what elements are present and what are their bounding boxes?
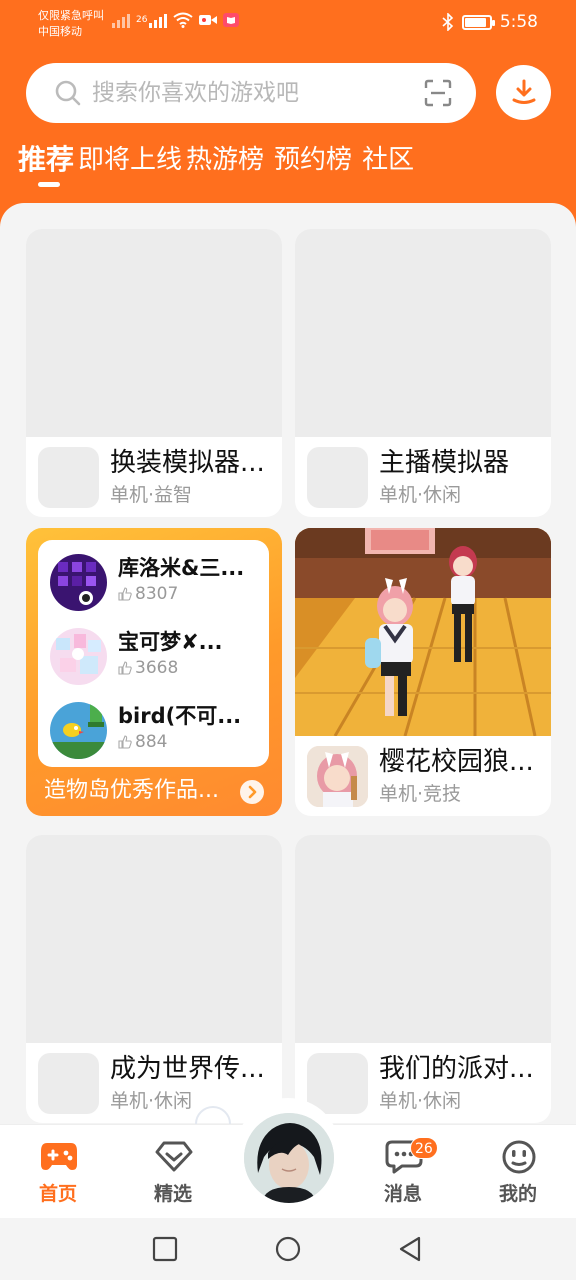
- game-title: 我们的派对...: [379, 1054, 534, 1084]
- like-count-value: 884: [135, 732, 168, 752]
- game-icon: [307, 1053, 368, 1114]
- message-badge: 26: [410, 1137, 438, 1159]
- work-name: 库洛米&三...: [118, 556, 245, 580]
- work-name: 宝可梦✘...: [118, 630, 223, 654]
- clock: 5:58: [499, 12, 538, 32]
- search-placeholder: 搜索你喜欢的游戏吧: [92, 80, 299, 106]
- game-cover: [295, 229, 551, 437]
- game-title: 樱花校园狼...: [379, 747, 534, 777]
- nav-label: 我的: [498, 1183, 537, 1205]
- like-count-value: 3668: [135, 658, 179, 678]
- nav-label: 消息: [383, 1183, 422, 1205]
- emergency-text: 仅限紧急呼叫: [38, 9, 104, 22]
- game-tags: 单机·益智: [110, 484, 193, 506]
- game-icon: [38, 1053, 99, 1114]
- game-cover: [295, 835, 551, 1043]
- bluetooth-icon: [442, 13, 453, 31]
- download-icon: [512, 79, 536, 104]
- work-avatar: [50, 702, 107, 759]
- signal-icon: [149, 14, 168, 28]
- download-button[interactable]: [496, 65, 551, 120]
- tab-reservation[interactable]: 预约榜: [274, 142, 352, 178]
- gamepad-icon: [41, 1143, 77, 1170]
- creation-island-promo-card[interactable]: 库洛米&三... 8307 宝可梦✘... 3668 bird(不可... 88…: [26, 528, 282, 816]
- status-icons: 26: [112, 12, 240, 28]
- nav-label: 精选: [153, 1183, 192, 1205]
- header: 仅限紧急呼叫 中国移动 26 5:58 搜索你喜欢的游戏吧 推荐 即将上线 热游…: [0, 0, 576, 236]
- game-cover: [26, 835, 282, 1043]
- promo-item[interactable]: 库洛米&三... 8307: [50, 552, 265, 612]
- game-tags: 单机·休闲: [379, 484, 462, 506]
- game-tags: 单机·休闲: [379, 1090, 462, 1112]
- nav-featured[interactable]: 精选: [133, 1125, 213, 1219]
- game-feed: 换装模拟器... 单机·益智 主播模拟器 单机·休闲 库洛米&三... 8307…: [0, 203, 576, 1128]
- smiley-icon: [502, 1140, 536, 1174]
- game-icon: [307, 746, 368, 807]
- thumbs-up-icon: [118, 587, 132, 601]
- like-count: 8307: [118, 583, 178, 605]
- game-card[interactable]: 樱花校园狼... 单机·竞技: [295, 528, 551, 816]
- search-input[interactable]: 搜索你喜欢的游戏吧: [26, 63, 476, 123]
- video-record-icon: [199, 15, 218, 25]
- carrier-name: 中国移动: [38, 25, 82, 38]
- game-title: 主播模拟器: [379, 448, 510, 478]
- work-avatar: [50, 628, 107, 685]
- promo-item[interactable]: bird(不可... 884: [50, 700, 265, 760]
- nav-profile[interactable]: 我的: [478, 1125, 558, 1219]
- game-cover: [295, 528, 551, 737]
- game-tags: 单机·休闲: [110, 1090, 193, 1112]
- wifi-icon: [173, 12, 194, 28]
- game-card[interactable]: 换装模拟器... 单机·益智: [26, 229, 282, 517]
- scan-icon[interactable]: [424, 79, 452, 107]
- tab-community[interactable]: 社区: [362, 142, 414, 178]
- search-icon: [55, 80, 81, 106]
- carrier-info: 仅限紧急呼叫 中国移动: [38, 8, 104, 40]
- status-right: 5:58: [442, 12, 538, 32]
- book-icon: [223, 13, 240, 27]
- avatar[interactable]: [244, 1113, 334, 1203]
- work-name: bird(不可...: [118, 704, 242, 728]
- tab-recommend[interactable]: 推荐: [18, 142, 74, 178]
- promo-list: 库洛米&三... 8307 宝可梦✘... 3668 bird(不可... 88…: [38, 540, 269, 767]
- thumbs-up-icon: [118, 661, 132, 675]
- system-nav-bar: [0, 1218, 576, 1280]
- promo-footer-label: 造物岛优秀作品...: [44, 778, 219, 803]
- home-circle-icon[interactable]: [275, 1236, 301, 1262]
- game-card[interactable]: 我们的派对... 单机·休闲: [295, 835, 551, 1123]
- game-icon: [38, 447, 99, 508]
- like-count: 3668: [118, 657, 178, 679]
- signal-label: 26: [136, 15, 148, 25]
- game-card[interactable]: 主播模拟器 单机·休闲: [295, 229, 551, 517]
- like-count-value: 8307: [135, 584, 179, 604]
- game-cover: [26, 229, 282, 437]
- game-icon: [307, 447, 368, 508]
- tab-hot-games[interactable]: 热游榜: [186, 142, 264, 178]
- tab-indicator: [38, 182, 60, 187]
- battery-icon: [461, 14, 495, 30]
- tab-bar: 推荐 即将上线 热游榜 预约榜 社区: [18, 138, 414, 178]
- like-count: 884: [118, 731, 167, 753]
- tab-coming-soon[interactable]: 即将上线: [78, 142, 182, 178]
- no-sim-signal-icon: [112, 14, 130, 28]
- nav-home[interactable]: 首页: [18, 1125, 98, 1219]
- chevron-right-icon[interactable]: [240, 780, 264, 804]
- promo-item[interactable]: 宝可梦✘... 3668: [50, 626, 265, 686]
- work-avatar: [50, 554, 107, 611]
- game-title: 成为世界传...: [110, 1054, 265, 1084]
- heart-diamond-icon: [155, 1141, 193, 1172]
- back-triangle-icon[interactable]: [397, 1236, 423, 1262]
- game-card[interactable]: 成为世界传... 单机·休闲: [26, 835, 282, 1123]
- recents-icon[interactable]: [152, 1236, 178, 1262]
- thumbs-up-icon: [118, 735, 132, 749]
- game-title: 换装模拟器...: [110, 448, 265, 478]
- battery-fill: [464, 17, 486, 27]
- status-bar: 仅限紧急呼叫 中国移动 26 5:58: [0, 0, 576, 50]
- game-tags: 单机·竞技: [379, 783, 462, 805]
- nav-label: 首页: [38, 1183, 77, 1205]
